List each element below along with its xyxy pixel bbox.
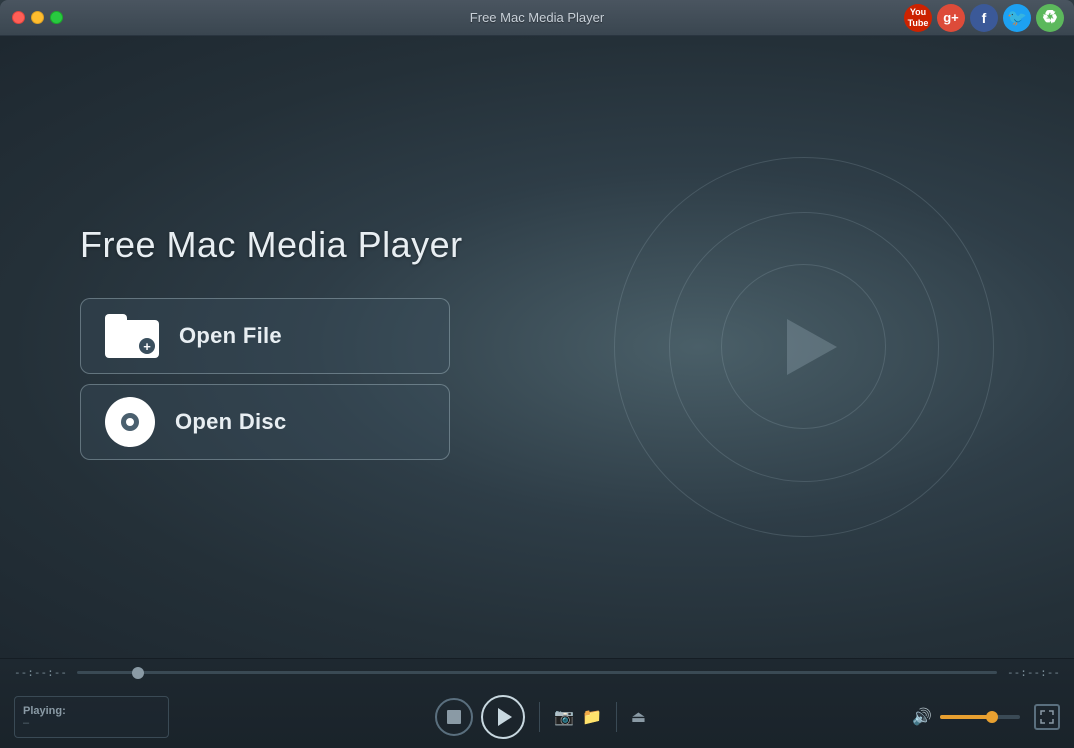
open-disc-button[interactable]: Open Disc <box>80 384 450 460</box>
left-panel: Free Mac Media Player + Open File Open D… <box>0 224 463 470</box>
app-title: Free Mac Media Player <box>80 224 463 266</box>
playing-value: – <box>23 717 160 729</box>
divider-2 <box>616 702 617 732</box>
folder-small-icon[interactable]: 📁 <box>582 707 602 727</box>
close-button[interactable] <box>12 11 25 24</box>
folder-body: + <box>105 320 159 358</box>
twitter-icon[interactable]: 🐦 <box>1003 4 1031 32</box>
playing-label-box: Playing: – <box>14 696 169 738</box>
right-controls: 🔊 <box>912 704 1060 730</box>
eject-icon[interactable]: ⏏ <box>631 707 646 727</box>
controls-row: Playing: – 📷 📁 ⏏ 🔊 <box>0 687 1074 748</box>
youtube-icon[interactable]: YouTube <box>904 4 932 32</box>
stop-icon <box>447 710 461 724</box>
volume-fill <box>940 715 988 719</box>
divider-1 <box>539 702 540 732</box>
progress-track[interactable] <box>77 671 997 674</box>
facebook-icon[interactable]: f <box>970 4 998 32</box>
social-icons: YouTube g+ f 🐦 ♻ <box>904 4 1064 32</box>
maximize-button[interactable] <box>50 11 63 24</box>
disc-inner <box>121 413 139 431</box>
share-icon[interactable]: ♻ <box>1036 4 1064 32</box>
open-disc-label: Open Disc <box>175 409 287 435</box>
disc-icon <box>105 397 155 447</box>
open-file-label: Open File <box>179 323 282 349</box>
disc-center <box>126 418 134 426</box>
fullscreen-icon <box>1040 710 1054 724</box>
folder-icon: + <box>105 314 159 358</box>
window-title: Free Mac Media Player <box>470 10 604 25</box>
volume-knob[interactable] <box>986 711 998 723</box>
play-icon-decorative <box>787 319 837 375</box>
stop-button[interactable] <box>435 698 473 736</box>
decorative-circles <box>614 157 994 537</box>
camera-icon[interactable]: 📷 <box>554 707 574 727</box>
volume-track[interactable] <box>940 715 1020 719</box>
inner-circle <box>721 264 886 429</box>
traffic-lights <box>12 11 63 24</box>
main-content: Free Mac Media Player + Open File Open D… <box>0 36 1074 658</box>
playing-label: Playing: <box>23 705 160 717</box>
minimize-button[interactable] <box>31 11 44 24</box>
folder-plus-icon: + <box>139 338 155 354</box>
fullscreen-button[interactable] <box>1034 704 1060 730</box>
volume-icon: 🔊 <box>912 707 932 727</box>
title-bar: Free Mac Media Player YouTube g+ f 🐦 ♻ <box>0 0 1074 36</box>
progress-knob[interactable] <box>132 667 144 679</box>
time-start: --:--:-- <box>14 666 67 679</box>
open-file-button[interactable]: + Open File <box>80 298 450 374</box>
progress-bar-row: --:--:-- --:--:-- <box>0 659 1074 687</box>
center-controls: 📷 📁 ⏏ <box>169 695 912 739</box>
bottom-bar: --:--:-- --:--:-- Playing: – 📷 📁 <box>0 658 1074 748</box>
googleplus-icon[interactable]: g+ <box>937 4 965 32</box>
time-end: --:--:-- <box>1007 666 1060 679</box>
play-icon <box>498 708 512 726</box>
play-button[interactable] <box>481 695 525 739</box>
